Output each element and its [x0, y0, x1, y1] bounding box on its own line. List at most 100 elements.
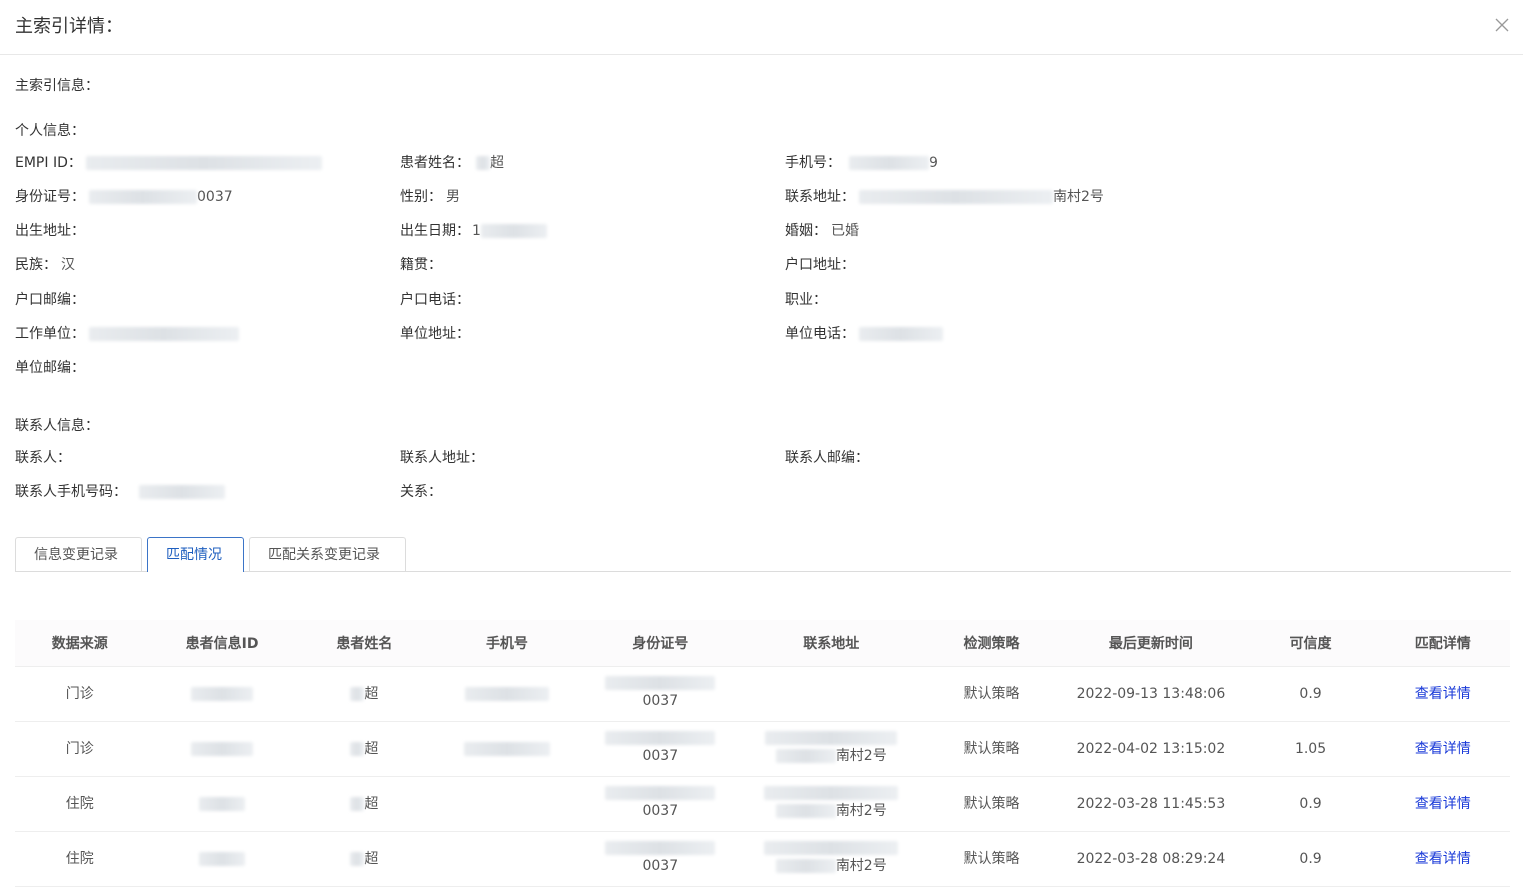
work-redacted	[89, 327, 239, 341]
cell-name: 超	[299, 831, 430, 887]
birthdate-field: 出生日期： 1	[400, 221, 547, 241]
cell-source: 住院	[15, 776, 145, 832]
idcard-redacted	[605, 731, 716, 745]
contact-phone-redacted	[139, 485, 225, 499]
tab-info-change[interactable]: 信息变更记录	[15, 537, 142, 571]
address-redacted	[775, 859, 836, 873]
nation-field: 民族：汉	[15, 255, 75, 275]
cell-name-value: 超	[364, 796, 379, 812]
contact-zip-label: 联系人邮编：	[785, 450, 869, 466]
birthdate-label: 出生日期：	[400, 223, 470, 239]
table-row: 门诊 超 0037 南村2号 默认策略 2022-04-02 13:15:02 …	[15, 721, 1510, 777]
cell-name: 超	[299, 776, 430, 832]
marriage-field: 婚姻： 已婚	[785, 221, 859, 241]
cell-phone	[429, 666, 585, 722]
contact-addr-label: 联系人地址：	[400, 450, 484, 466]
phone-redacted	[464, 687, 549, 701]
address-value: 南村2号	[1053, 189, 1104, 205]
work-field: 工作单位：	[15, 324, 239, 344]
col-detail: 匹配详情	[1375, 620, 1510, 667]
gender-label: 性别：	[400, 189, 442, 205]
cell-name: 超	[299, 721, 430, 777]
cell-source: 门诊	[15, 666, 145, 722]
phone-value: 9	[929, 155, 938, 171]
job-label: 职业：	[785, 292, 827, 308]
table-header-row: 数据来源 患者信息ID 患者姓名 手机号 身份证号 联系地址 检测策略 最后更新…	[15, 620, 1510, 667]
contact-zip-field: 联系人邮编：	[785, 448, 869, 468]
cell-idcard-value: 0037	[642, 748, 679, 764]
name-redacted	[350, 797, 365, 811]
cell-address-value: 南村2号	[835, 858, 887, 874]
work-addr-label: 单位地址：	[400, 326, 470, 342]
work-phone-redacted	[859, 327, 943, 341]
patient-id-redacted	[191, 687, 254, 701]
hukou-phone-label: 户口电话：	[400, 292, 470, 308]
gender-value: 男	[446, 189, 460, 205]
view-detail-link[interactable]: 查看详情	[1415, 686, 1471, 702]
cell-trust: 0.9	[1245, 776, 1376, 832]
master-info-heading: 主索引信息：	[15, 78, 99, 94]
cell-phone	[429, 721, 585, 777]
patient-id-redacted	[199, 852, 246, 866]
cell-patient-id	[144, 721, 300, 777]
view-detail-link[interactable]: 查看详情	[1415, 796, 1471, 812]
cell-phone	[429, 831, 585, 887]
cell-detail: 查看详情	[1375, 831, 1510, 887]
work-zip-label: 单位邮编：	[15, 360, 85, 376]
work-phone-field: 单位电话：	[785, 324, 943, 344]
cell-detail: 查看详情	[1375, 666, 1510, 722]
name-value: 超	[490, 155, 504, 171]
relation-label: 关系：	[400, 484, 442, 500]
empi-field: EMPI ID：	[15, 153, 322, 173]
cell-trust: 1.05	[1245, 721, 1376, 777]
phone-redacted	[849, 156, 929, 170]
modal-title: 主索引详情：	[15, 16, 123, 37]
phone-field: 手机号： 9	[785, 153, 938, 173]
patient-id-redacted	[199, 797, 246, 811]
nation-value: 汉	[61, 257, 75, 273]
address-redacted	[859, 190, 1053, 204]
native-label: 籍贯：	[400, 257, 442, 273]
view-detail-link[interactable]: 查看详情	[1415, 741, 1471, 757]
address-redacted	[765, 731, 898, 745]
cell-name: 超	[299, 666, 430, 722]
address-redacted	[764, 786, 899, 800]
col-patient-name: 患者姓名	[299, 620, 430, 667]
nation-label: 民族：	[15, 257, 57, 273]
cell-idcard: 0037	[584, 831, 736, 887]
cell-strategy: 默认策略	[926, 666, 1057, 722]
cell-strategy: 默认策略	[926, 831, 1057, 887]
col-strategy: 检测策略	[926, 620, 1057, 667]
tab-match-relation-change[interactable]: 匹配关系变更记录	[249, 537, 406, 571]
contact-person-label: 联系人：	[15, 450, 71, 466]
native-field: 籍贯：	[400, 255, 442, 275]
cell-patient-id	[144, 776, 300, 832]
tab-match-status[interactable]: 匹配情况	[147, 537, 244, 572]
cell-idcard-value: 0037	[642, 858, 679, 874]
table-row: 住院 超 0037 南村2号 默认策略 2022-03-28 08:29:24 …	[15, 831, 1510, 887]
hukou-label: 户口地址：	[785, 257, 855, 273]
col-source: 数据来源	[15, 620, 145, 667]
close-icon[interactable]	[1493, 16, 1511, 34]
cell-patient-id	[144, 666, 300, 722]
view-detail-link[interactable]: 查看详情	[1415, 851, 1471, 867]
col-patient-id: 患者信息ID	[144, 620, 300, 667]
phone-redacted	[463, 742, 550, 756]
contact-phone-label: 联系人手机号码：	[15, 484, 127, 500]
work-label: 工作单位：	[15, 326, 85, 342]
idcard-field: 身份证号： 0037	[15, 187, 233, 207]
name-redacted	[350, 742, 365, 756]
cell-idcard-value: 0037	[642, 693, 679, 709]
work-addr-field: 单位地址：	[400, 324, 470, 344]
address-redacted	[764, 841, 899, 855]
contact-person-field: 联系人：	[15, 448, 71, 468]
cell-time: 2022-03-28 08:29:24	[1056, 831, 1246, 887]
birthplace-label: 出生地址：	[15, 223, 85, 239]
hukou-zip-field: 户口邮编：	[15, 290, 85, 310]
empi-value-redacted	[85, 156, 322, 170]
cell-trust: 0.9	[1245, 831, 1376, 887]
contact-phone-field: 联系人手机号码：	[15, 482, 225, 502]
cell-time: 2022-09-13 13:48:06	[1056, 666, 1246, 722]
idcard-redacted	[605, 676, 716, 690]
contact-addr-field: 联系人地址：	[400, 448, 484, 468]
